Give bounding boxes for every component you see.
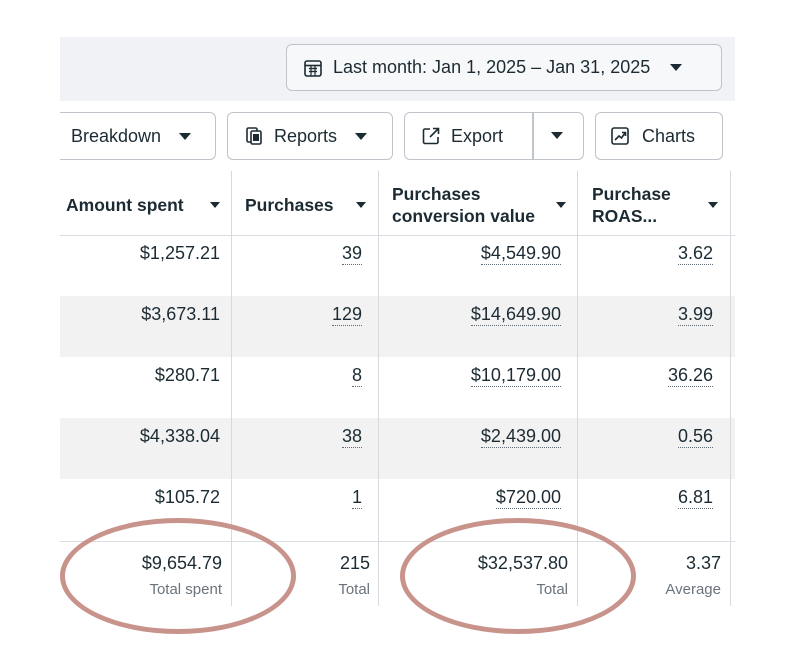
date-range-bar: Last month: Jan 1, 2025 – Jan 31, 2025: [60, 37, 735, 101]
amount-spent-cell: $1,257.21: [139, 243, 220, 263]
column-divider: [378, 171, 379, 606]
breakdown-button[interactable]: Breakdown: [60, 112, 216, 160]
export-split-divider: [532, 113, 534, 159]
purchases-cell[interactable]: 39: [232, 235, 362, 296]
date-range-label: Last month: Jan 1, 2025 – Jan 31, 2025: [333, 57, 651, 77]
amount-spent-cell: $105.72: [154, 487, 220, 507]
roas-cell[interactable]: 3.62: [578, 235, 713, 296]
column-divider: [577, 171, 578, 606]
charts-button[interactable]: Charts: [595, 112, 723, 160]
total-amount-spent: $9,654.79 Total spent: [141, 553, 222, 598]
column-header-amount-spent[interactable]: Amount spent: [66, 171, 231, 235]
sort-chevron-icon[interactable]: [556, 202, 566, 208]
total-conversion-value: $32,537.80 Total: [477, 553, 568, 598]
amount-spent-cell: $3,673.11: [141, 304, 220, 324]
roas-cell[interactable]: 36.26: [578, 357, 713, 418]
reports-button[interactable]: Reports: [227, 112, 393, 160]
reports-icon: [246, 127, 262, 145]
date-range-button[interactable]: Last month: Jan 1, 2025 – Jan 31, 2025: [286, 44, 722, 91]
amount-spent-cell: $4,338.04: [139, 426, 220, 446]
chart-icon: [611, 127, 629, 145]
export-dropdown-chevron-icon[interactable]: [551, 132, 563, 139]
sort-chevron-icon[interactable]: [356, 202, 366, 208]
column-divider: [730, 171, 731, 606]
purchases-cell[interactable]: 1: [232, 479, 362, 540]
table-row[interactable]: $280.71 8 $10,179.00 36.26: [60, 357, 735, 418]
table-row[interactable]: $105.72 1 $720.00 6.81: [60, 479, 735, 540]
table-row[interactable]: $3,673.11 129 $14,649.90 3.99: [60, 296, 735, 357]
table-row[interactable]: $1,257.21 39 $4,549.90 3.62: [60, 235, 735, 296]
export-icon: [422, 127, 440, 145]
average-roas: 3.37 Average: [665, 553, 721, 598]
chevron-down-icon: [670, 64, 683, 71]
conversion-value-cell[interactable]: $14,649.90: [379, 296, 561, 357]
table-row[interactable]: $4,338.04 38 $2,439.00 0.56: [60, 418, 735, 479]
export-button[interactable]: Export: [404, 112, 584, 160]
conversion-value-cell[interactable]: $2,439.00: [379, 418, 561, 479]
calendar-icon: [304, 59, 322, 77]
total-purchases: 215 Total: [338, 553, 370, 598]
sort-chevron-icon[interactable]: [708, 202, 718, 208]
column-header-conversion-value[interactable]: Purchases conversion value: [392, 171, 572, 235]
roas-cell[interactable]: 6.81: [578, 479, 713, 540]
amount-spent-cell: $280.71: [154, 365, 220, 385]
reports-label: Reports: [274, 125, 338, 146]
ads-report-panel: Last month: Jan 1, 2025 – Jan 31, 2025 B…: [60, 37, 735, 617]
column-divider: [231, 171, 232, 606]
column-header-purchases[interactable]: Purchases: [245, 171, 375, 235]
breakdown-label: Breakdown: [71, 125, 162, 146]
purchases-cell[interactable]: 38: [232, 418, 362, 479]
table-header-row: Amount spent Purchases Purchases convers…: [60, 171, 735, 236]
column-header-purchase-roas[interactable]: Purchase ROAS...: [592, 171, 730, 235]
conversion-value-cell[interactable]: $10,179.00: [379, 357, 561, 418]
charts-label: Charts: [642, 125, 696, 146]
roas-cell[interactable]: 3.99: [578, 296, 713, 357]
roas-cell[interactable]: 0.56: [578, 418, 713, 479]
chevron-down-icon: [355, 132, 368, 140]
sort-chevron-icon[interactable]: [210, 202, 220, 208]
conversion-value-cell[interactable]: $720.00: [379, 479, 561, 540]
export-label: Export: [451, 125, 504, 146]
purchases-cell[interactable]: 8: [232, 357, 362, 418]
chevron-down-icon: [179, 132, 192, 140]
conversion-value-cell[interactable]: $4,549.90: [379, 235, 561, 296]
totals-row: $9,654.79 Total spent 215 Total $32,537.…: [60, 541, 735, 617]
purchases-cell[interactable]: 129: [232, 296, 362, 357]
